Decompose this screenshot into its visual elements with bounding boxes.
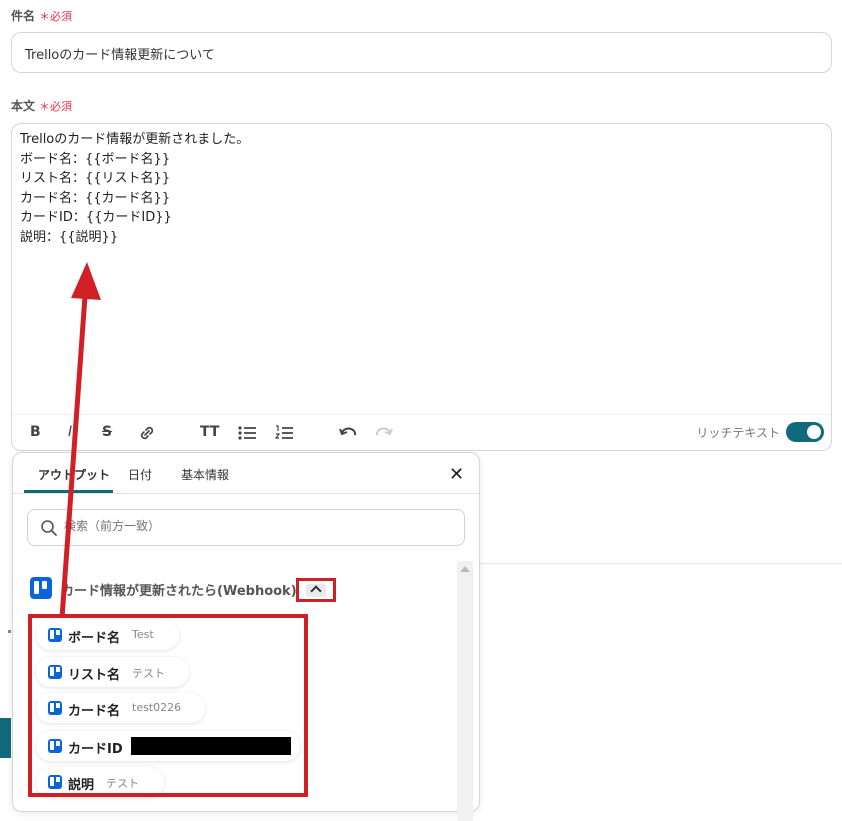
body-line: リスト名：{{リスト名}} [20,171,171,187]
subject-label: 件名 ＊必須 [11,9,73,23]
body-editor[interactable]: Trelloのカード情報が更新されました。 ボード名：{{ボード名}} リスト名… [11,123,832,451]
undo-icon[interactable] [338,424,358,446]
trello-icon [30,577,52,599]
rich-text-toggle[interactable] [786,422,824,442]
strikethrough-icon[interactable]: S [102,424,112,440]
background-button-edge [0,718,11,758]
tab-date[interactable]: 日付 [128,466,152,483]
redo-icon[interactable] [374,424,394,446]
body-line: カードID：{{カードID}} [20,210,172,226]
bullet-list-icon[interactable] [237,424,257,446]
required-mark: ＊必須 [39,100,73,113]
annotation-highlight-box [28,614,308,797]
bold-icon[interactable]: B [30,424,41,440]
toolbar-divider [12,414,831,415]
tab-basic-info[interactable]: 基本情報 [181,466,229,483]
collapse-button-bg [306,584,326,597]
search-input[interactable] [62,518,446,534]
close-icon[interactable]: ✕ [449,464,464,485]
body-text[interactable]: Trelloのカード情報が更新されました。 ボード名：{{ボード名}} リスト名… [20,130,249,248]
link-icon[interactable] [138,424,156,446]
background-dot [8,630,11,633]
scrollbar[interactable] [457,561,473,821]
chevron-up-icon [310,585,322,597]
rich-text-label: リッチテキスト [696,426,780,440]
scroll-up-icon[interactable] [460,566,470,572]
body-line: カード名：{{カード名}} [20,190,171,206]
collapse-button[interactable] [296,578,336,602]
body-line: ボード名：{{ボード名}} [20,151,171,167]
section-divider [480,563,842,564]
subject-input[interactable]: Trelloのカード情報更新について [11,32,832,73]
required-mark: ＊必須 [39,10,73,23]
body-line: Trelloのカード情報が更新されました。 [20,132,250,147]
body-label: 本文 ＊必須 [11,99,73,113]
tabs-divider [13,493,479,494]
numbered-list-icon[interactable] [274,424,294,446]
italic-icon[interactable]: I [68,424,72,440]
tab-output[interactable]: アウトプット [38,466,110,483]
body-line: 説明：{{説明}} [20,229,119,245]
text-size-icon[interactable]: TT [200,424,219,440]
search-field[interactable] [27,509,465,546]
search-icon [41,520,57,536]
trigger-title: カード情報が更新されたら(Webhook) [61,584,297,599]
